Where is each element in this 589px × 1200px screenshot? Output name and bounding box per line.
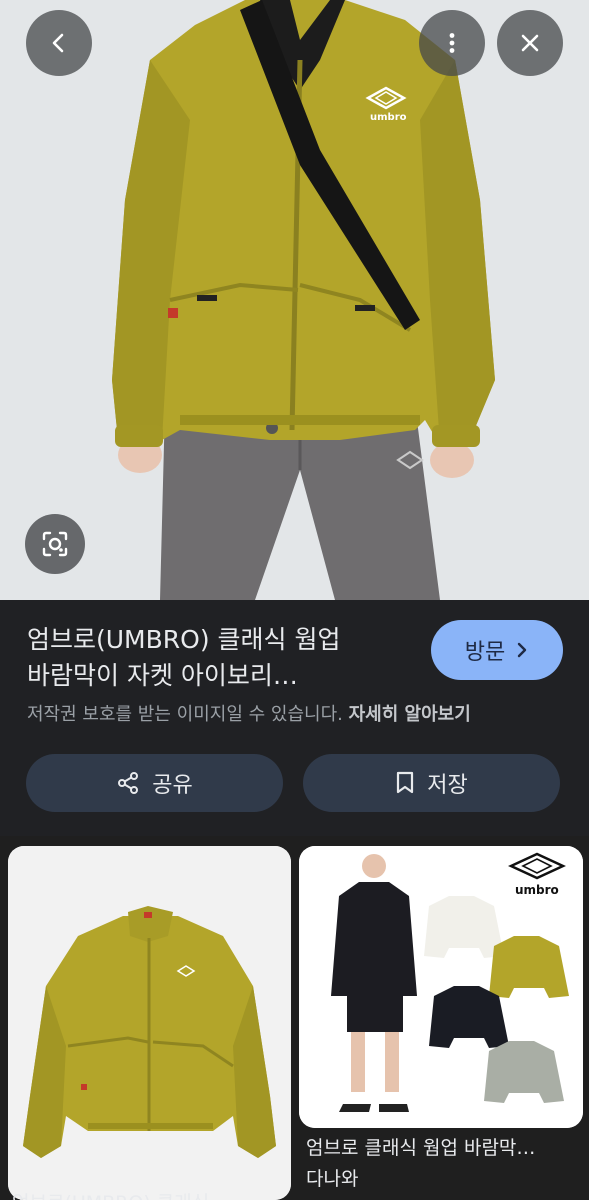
share-icon [118, 772, 139, 794]
lens-icon [42, 531, 68, 557]
save-label: 저장 [427, 773, 468, 798]
share-button[interactable]: 공유 [26, 754, 283, 812]
back-arrow-icon [52, 33, 64, 53]
title-line-2: 바람막이 자켓 아이보리… [27, 661, 298, 690]
related-image-1 [8, 846, 291, 1200]
related-source-2: 다나와 [306, 1168, 359, 1190]
title-line-1: 엄브로(UMBRO) 클래식 웜업 [27, 625, 341, 654]
jacket-photo: umbro [0, 0, 589, 600]
svg-text:umbro: umbro [370, 112, 407, 123]
related-caption-2[interactable]: 엄브로 클래식 웜업 바람막… [306, 1134, 584, 1162]
save-button[interactable]: 저장 [303, 754, 560, 812]
copyright-notice: 저작권 보호를 받는 이미지일 수 있습니다. 자세히 알아보기 [27, 700, 471, 726]
close-icon [521, 34, 539, 52]
copyright-text: 저작권 보호를 받는 이미지일 수 있습니다. [27, 704, 343, 725]
hero-image[interactable]: umbro [0, 0, 589, 600]
lens-search-button[interactable] [25, 514, 85, 574]
share-label: 공유 [152, 773, 193, 798]
related-result-1[interactable] [8, 846, 291, 1200]
related-image-2: umbro [299, 846, 583, 1128]
chevron-right-icon [518, 642, 527, 658]
related-result-2[interactable]: umbro [299, 846, 583, 1128]
svg-text:umbro: umbro [515, 883, 559, 897]
visit-label: 방문 [464, 640, 506, 665]
close-button[interactable] [497, 10, 563, 76]
back-button[interactable] [26, 10, 92, 76]
related-caption-1[interactable]: 엄브로(UMBRO) 클래식 [12, 1188, 209, 1200]
result-title[interactable]: 엄브로(UMBRO) 클래식 웜업 바람막이 자켓 아이보리… [27, 622, 417, 694]
visit-button[interactable]: 방문 [431, 620, 563, 680]
more-vert-icon [449, 33, 455, 53]
bookmark-icon [397, 771, 414, 794]
more-options-button[interactable] [419, 10, 485, 76]
learn-more-link[interactable]: 자세히 알아보기 [349, 704, 471, 725]
